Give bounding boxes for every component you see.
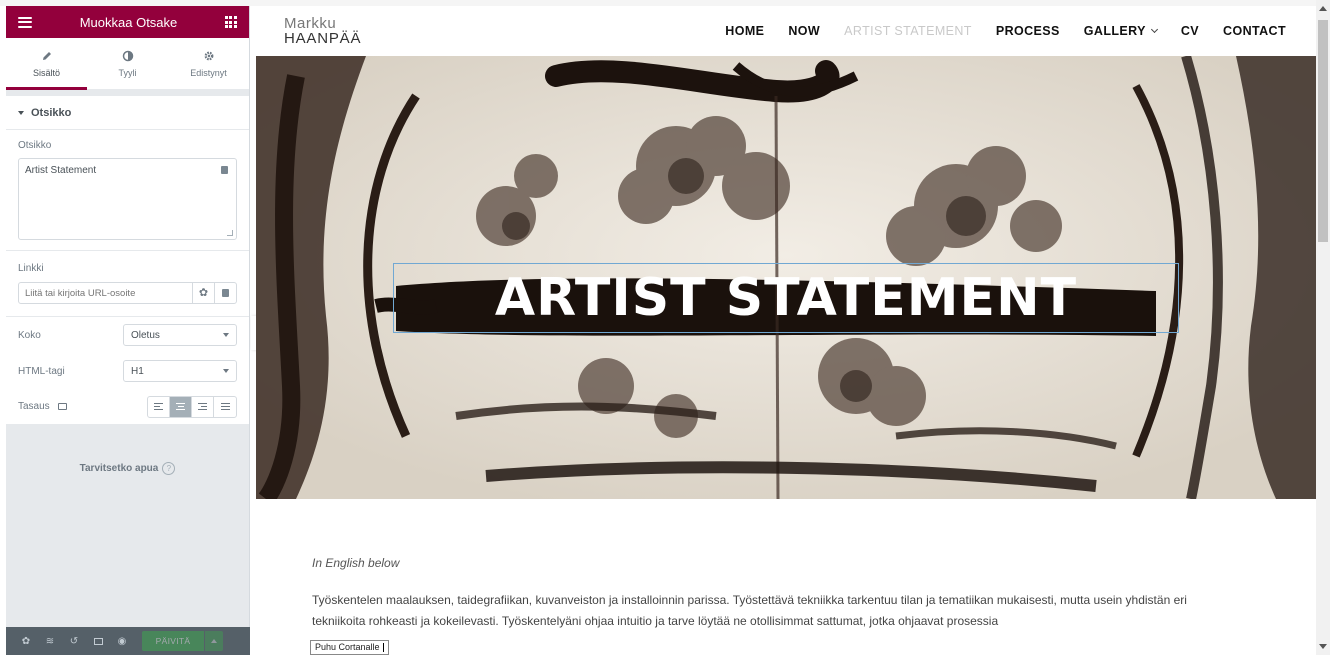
html-tag-select[interactable]: H1 [123,360,237,382]
caret-down-icon [18,110,24,115]
help-text: Tarvitsetko apua [79,463,159,474]
link-dynamic-button[interactable] [214,283,236,303]
cortana-label: Puhu Cortanalle [315,642,380,652]
gear-icon [204,51,213,60]
menu-icon[interactable] [18,16,32,28]
section-title: Otsikko [31,106,72,119]
chevron-down-icon [223,333,229,337]
nav-home[interactable]: HOME [725,24,764,38]
scroll-down-icon[interactable] [1319,644,1327,649]
align-left-icon [154,403,163,410]
settings-icon[interactable]: ✿ [14,627,38,655]
align-center-icon [176,403,185,410]
align-justify-button[interactable] [214,397,236,417]
dynamic-tags-icon[interactable] [221,166,228,174]
size-select[interactable]: Oletus [123,324,237,346]
size-label: Koko [18,329,41,341]
chevron-down-icon [1150,25,1158,34]
main-nav: HOME NOW ARTIST STATEMENT PROCESS GALLER… [725,22,1286,40]
intro-text: In English below [312,556,400,570]
align-left-button[interactable] [148,396,170,417]
cortana-search-box[interactable]: Puhu Cortanalle [310,640,389,655]
hero-section: ARTIST STATEMENT [256,56,1316,499]
scrollbar-thumb[interactable] [1318,20,1328,242]
nav-now[interactable]: NOW [788,24,820,38]
title-textarea[interactable]: Artist Statement [18,158,237,240]
caret-up-icon [211,639,217,643]
help-icon: ? [162,462,176,475]
title-control: Otsikko Artist Statement [6,130,249,251]
statement-paragraph: Työskentelen maalauksen, taidegrafiikan,… [312,593,1187,628]
tab-content[interactable]: Sisältö [6,38,87,90]
link-input[interactable] [19,283,192,303]
preview-eye-icon[interactable]: ◉ [110,627,134,655]
title-textarea-value: Artist Statement [25,165,97,176]
site-header: Markku HAANPÄÄ HOME NOW ARTIST STATEMENT… [256,6,1316,56]
nav-contact[interactable]: CONTACT [1223,24,1286,38]
align-right-button[interactable] [192,396,214,417]
contrast-icon [122,50,133,61]
pencil-icon [42,51,51,60]
resize-handle-icon[interactable] [227,230,233,236]
hero-heading-widget[interactable]: ARTIST STATEMENT [393,263,1179,333]
tab-style[interactable]: Tyyli [87,38,168,89]
nav-cv[interactable]: CV [1181,24,1199,38]
title-label: Otsikko [18,140,52,151]
link-options-button[interactable]: ✿ [192,283,214,303]
html-tag-label: HTML-tagi [18,365,65,377]
logo-line-2: HAANPÄÄ [284,30,362,47]
widgets-grid-icon[interactable] [224,16,237,28]
update-button[interactable]: PÄIVITÄ [142,631,204,651]
site-preview: Markku HAANPÄÄ HOME NOW ARTIST STATEMENT… [256,6,1316,655]
chevron-down-icon [223,369,229,373]
responsive-icon[interactable] [86,627,110,655]
editor-header: Muokkaa Otsake [6,6,249,38]
gear-icon: ✿ [198,286,209,299]
alignment-control: Tasaus [6,389,249,425]
section-toggle-title[interactable]: Otsikko [6,96,249,130]
nav-gallery[interactable]: GALLERY [1084,24,1146,38]
page-scrollbar[interactable] [1316,0,1330,655]
html-tag-control: HTML-tagi H1 [6,353,249,389]
scroll-up-icon[interactable] [1319,6,1327,11]
tab-advanced[interactable]: Edistynyt [168,38,249,89]
alignment-label-wrap: Tasaus [18,401,68,412]
navigator-layers-icon[interactable]: ≋ [38,627,62,655]
editor-panel: Muokkaa Otsake Sisältö Tyyli Edistynyt O… [6,6,250,655]
size-select-value: Oletus [131,329,160,341]
align-center-button[interactable] [170,396,192,417]
size-control: Koko Oletus [6,317,249,353]
site-logo[interactable]: Markku HAANPÄÄ [284,16,361,46]
link-control: Linkki ✿ [6,251,249,317]
help-link[interactable]: Tarvitsetko apua? [6,462,249,475]
logo-line-1: Markku [284,15,337,32]
nav-gallery-wrap[interactable]: GALLERY [1084,22,1158,40]
tab-content-label: Sisältö [32,67,60,78]
link-label: Linkki [18,263,44,274]
screen: Muokkaa Otsake Sisältö Tyyli Edistynyt O… [0,0,1330,655]
editor-footer: ✿ ≋ ↺ ◉ PÄIVITÄ [6,627,250,655]
align-right-icon [198,403,207,410]
html-tag-select-value: H1 [131,365,144,377]
text-caret [382,643,384,653]
align-justify-icon [220,403,230,410]
hero-heading: ARTIST STATEMENT [494,268,1078,328]
content-section: In English below Työskentelen maalauksen… [256,499,1316,632]
history-icon[interactable]: ↺ [62,627,86,655]
desktop-icon[interactable] [58,402,68,410]
link-field: ✿ [18,282,237,304]
dynamic-tags-icon [222,289,229,297]
tab-style-label: Tyyli [118,67,137,78]
update-options-button[interactable] [205,631,223,651]
editor-tabs: Sisältö Tyyli Edistynyt [6,38,249,90]
editor-title: Muokkaa Otsake [79,14,178,30]
alignment-label: Tasaus [18,401,50,412]
alignment-buttons [147,395,237,418]
nav-process[interactable]: PROCESS [996,24,1060,38]
tab-advanced-label: Edistynyt [190,67,227,78]
nav-artist-statement[interactable]: ARTIST STATEMENT [844,24,972,38]
